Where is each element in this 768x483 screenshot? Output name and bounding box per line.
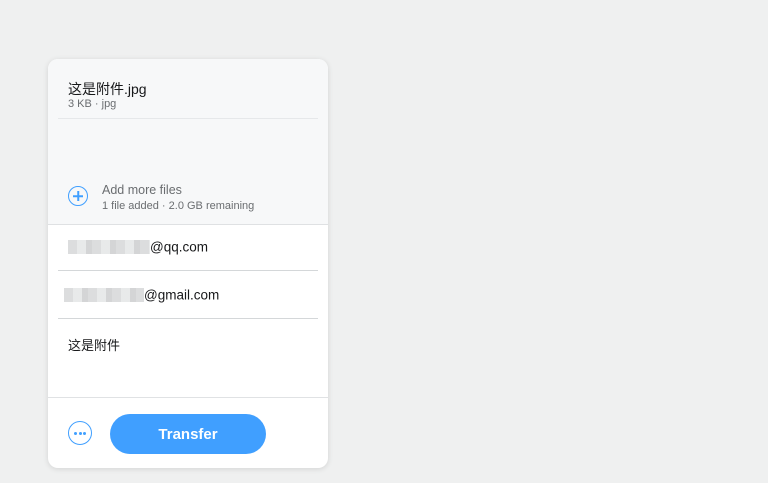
message-field[interactable]: 这是附件 [68,335,308,354]
files-status: 1 file added · 2.0 GB remaining [102,200,255,212]
plus-circle-icon[interactable] [68,186,88,206]
email-from-field[interactable]: @gmail.com [58,271,318,319]
dot [83,431,86,435]
email-suffix: @qq.com [150,239,208,255]
files-area: 这是附件.jpg 3 KB · jpg Add more files 1 fil… [48,59,328,225]
add-more-files-button[interactable]: Add more files 1 file added · 2.0 GB rem… [68,183,308,215]
file-name: 这是附件.jpg [68,81,147,97]
dot [78,431,82,435]
footer: Transfer [48,397,328,468]
redacted-email-part [64,287,144,302]
file-meta: 3 KB · jpg [68,98,117,110]
file-item[interactable]: 这是附件.jpg 3 KB · jpg [58,59,318,119]
transfer-button[interactable]: Transfer [110,414,266,454]
add-more-files-label: Add more files [102,183,182,197]
email-to-field[interactable]: @qq.com [58,224,318,271]
dot [74,431,77,435]
email-suffix: @gmail.com [144,287,220,302]
more-options-icon[interactable] [68,421,92,445]
redacted-email-part [68,240,150,254]
transfer-panel: 这是附件.jpg 3 KB · jpg Add more files 1 fil… [48,59,328,468]
